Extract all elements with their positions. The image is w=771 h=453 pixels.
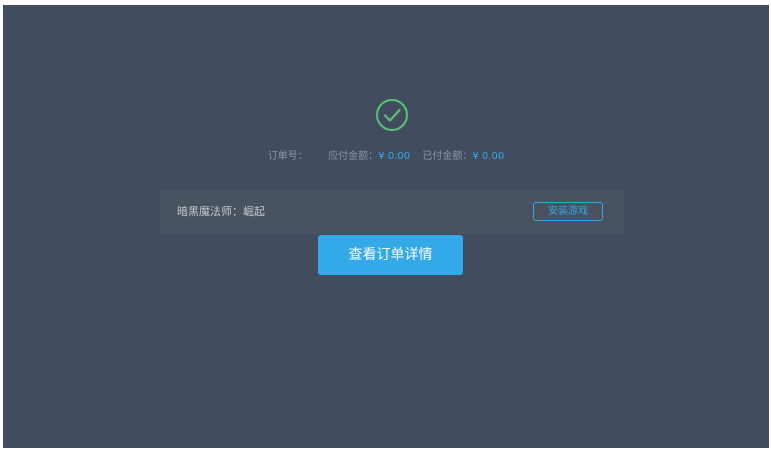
install-game-button[interactable]: 安装游戏 <box>533 202 603 221</box>
paid-amount-label: 已付金额： <box>422 151 473 162</box>
payable-amount-value: ¥ 0.00 <box>378 151 410 162</box>
game-name: 暗黑魔法师：崛起 <box>177 205 265 218</box>
game-row: 暗黑魔法师：崛起 安装游戏 <box>160 190 624 234</box>
paid-amount-value: ¥ 0.00 <box>472 151 505 162</box>
check-circle-icon <box>376 99 408 131</box>
view-order-details-button[interactable]: 查看订单详情 <box>318 235 463 275</box>
order-success-panel: 订单号： 应付金额：¥ 0.00 已付金额：¥ 0.00 暗黑魔法师：崛起 安装… <box>3 5 769 448</box>
payable-amount-label: 应付金额： <box>328 151 379 162</box>
order-number-label: 订单号： <box>267 151 308 162</box>
order-summary: 订单号： 应付金额：¥ 0.00 已付金额：¥ 0.00 <box>3 149 769 165</box>
